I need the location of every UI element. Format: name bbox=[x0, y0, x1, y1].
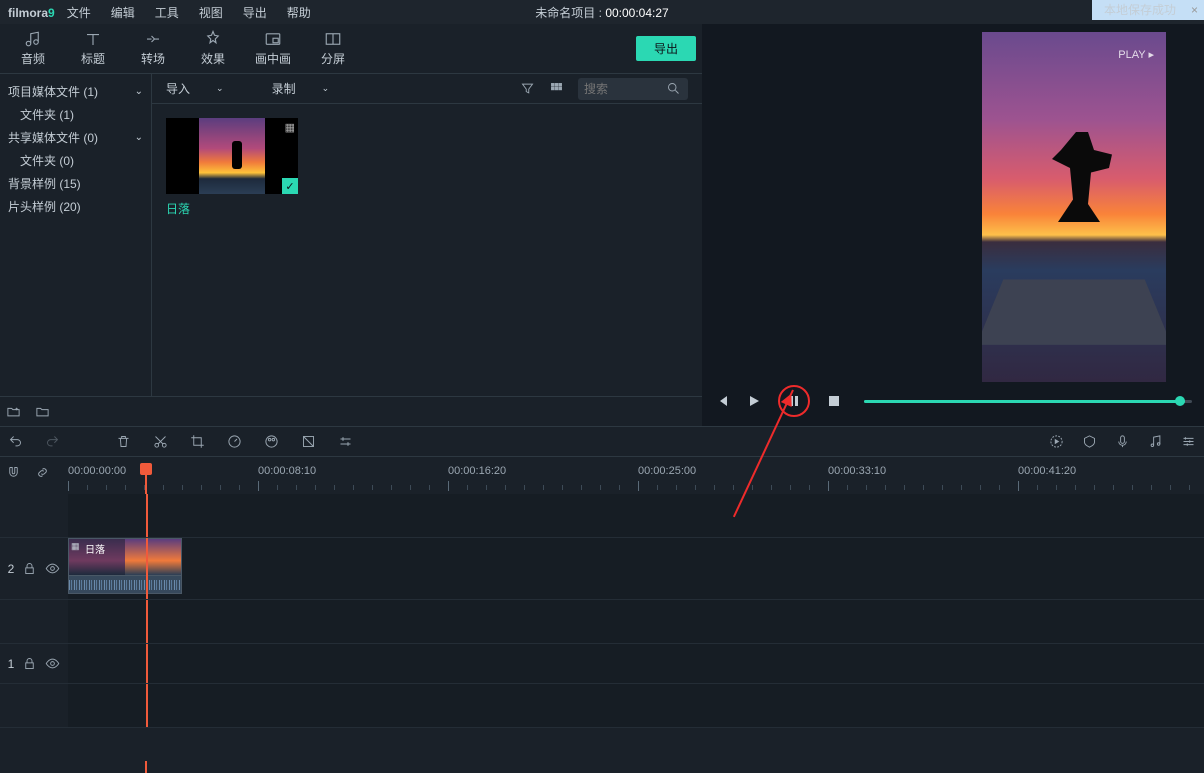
menu-file[interactable]: 文件 bbox=[67, 4, 91, 21]
chevron-down-icon: ⌄ bbox=[216, 83, 224, 94]
menu-export[interactable]: 导出 bbox=[243, 4, 267, 21]
preview-panel: PLAY ▸ bbox=[702, 24, 1204, 426]
eye-icon[interactable] bbox=[45, 561, 60, 576]
chevron-down-icon: ⌄ bbox=[135, 86, 143, 97]
ruler-tick: 00:00:33:10 bbox=[828, 465, 886, 477]
tab-pip[interactable]: 画中画 bbox=[246, 27, 300, 71]
search-input[interactable] bbox=[578, 78, 688, 100]
tree-bg-samples[interactable]: 背景样例 (15) bbox=[0, 172, 151, 195]
timeline-ruler[interactable]: 00:00:00:00 00:00:08:10 00:00:16:20 00:00:2… bbox=[68, 465, 1204, 493]
render-icon[interactable] bbox=[1049, 434, 1064, 449]
ruler-tick: 00:00:00:00 bbox=[68, 465, 126, 477]
video-icon: ▦ bbox=[285, 121, 295, 134]
ruler-tick: 00:00:25:00 bbox=[638, 465, 696, 477]
speed-icon[interactable] bbox=[227, 434, 242, 449]
record-dropdown[interactable]: 录制⌄ bbox=[272, 80, 330, 97]
main-menu: 文件 编辑 工具 视图 导出 帮助 bbox=[67, 4, 311, 21]
menu-edit[interactable]: 编辑 bbox=[111, 4, 135, 21]
tab-title[interactable]: 标题 bbox=[66, 27, 120, 71]
ruler-tick: 00:00:08:10 bbox=[258, 465, 316, 477]
video-icon: ▦ bbox=[71, 541, 80, 552]
tab-audio[interactable]: 音频 bbox=[6, 27, 60, 71]
ruler-tick: 00:00:41:20 bbox=[1018, 465, 1076, 477]
stop-button[interactable] bbox=[826, 393, 842, 409]
tree-folder-0[interactable]: 文件夹 (0) bbox=[0, 149, 151, 172]
link-icon[interactable] bbox=[35, 465, 50, 480]
export-button[interactable]: 导出 bbox=[636, 36, 696, 61]
filter-icon[interactable] bbox=[520, 81, 535, 96]
media-tree: 项目媒体文件 (1)⌄ 文件夹 (1) 共享媒体文件 (0)⌄ 文件夹 (0) … bbox=[0, 74, 152, 396]
tab-effects[interactable]: 效果 bbox=[186, 27, 240, 71]
project-title: 未命名项目 : 00:00:04:27 bbox=[535, 4, 668, 21]
adjust-icon[interactable] bbox=[338, 434, 353, 449]
play-button[interactable] bbox=[746, 393, 762, 409]
app-logo: filmora9 bbox=[8, 5, 55, 20]
tab-transition[interactable]: 转场 bbox=[126, 27, 180, 71]
voiceover-icon[interactable] bbox=[1115, 434, 1130, 449]
tab-split[interactable]: 分屏 bbox=[306, 27, 360, 71]
delete-icon[interactable] bbox=[116, 434, 131, 449]
track-number: 1 bbox=[8, 657, 15, 671]
media-clip[interactable]: ▦ ✓ 日落 bbox=[166, 118, 298, 217]
tree-shared-media[interactable]: 共享媒体文件 (0)⌄ bbox=[0, 126, 151, 149]
new-folder-icon[interactable] bbox=[6, 404, 21, 419]
play-overlay: PLAY ▸ bbox=[1118, 48, 1154, 61]
redo-icon[interactable] bbox=[45, 434, 60, 449]
import-dropdown[interactable]: 导入⌄ bbox=[166, 80, 224, 97]
menu-view[interactable]: 视图 bbox=[199, 4, 223, 21]
playhead[interactable] bbox=[140, 463, 152, 475]
greenscreen-icon[interactable] bbox=[301, 434, 316, 449]
track-number: 2 bbox=[8, 562, 15, 576]
preview-slider[interactable] bbox=[864, 400, 1192, 403]
marker-icon[interactable] bbox=[1082, 434, 1097, 449]
chevron-down-icon: ⌄ bbox=[135, 132, 143, 143]
color-icon[interactable] bbox=[264, 434, 279, 449]
search-icon bbox=[666, 81, 681, 96]
grid-view-icon[interactable] bbox=[549, 81, 564, 96]
close-icon[interactable]: × bbox=[1191, 2, 1198, 18]
tree-intro-samples[interactable]: 片头样例 (20) bbox=[0, 195, 151, 218]
clip-label: 日落 bbox=[166, 200, 298, 217]
checkmark-icon: ✓ bbox=[282, 178, 298, 194]
lock-icon[interactable] bbox=[22, 656, 37, 671]
tree-project-media[interactable]: 项目媒体文件 (1)⌄ bbox=[0, 80, 151, 103]
menu-tools[interactable]: 工具 bbox=[155, 4, 179, 21]
tree-folder-1[interactable]: 文件夹 (1) bbox=[0, 103, 151, 126]
video-track-2[interactable]: 2 ▦日落 bbox=[0, 538, 1204, 600]
video-track-1[interactable]: 1 bbox=[0, 644, 1204, 684]
menu-help[interactable]: 帮助 bbox=[287, 4, 311, 21]
timeline-audio[interactable] bbox=[68, 576, 182, 594]
eye-icon[interactable] bbox=[45, 656, 60, 671]
lock-icon[interactable] bbox=[22, 561, 37, 576]
audio-mixer-icon[interactable] bbox=[1148, 434, 1163, 449]
cut-icon[interactable] bbox=[153, 434, 168, 449]
crop-icon[interactable] bbox=[190, 434, 205, 449]
magnet-icon[interactable] bbox=[6, 465, 21, 480]
preview-video[interactable]: PLAY ▸ bbox=[982, 32, 1166, 382]
chevron-down-icon: ⌄ bbox=[322, 83, 330, 94]
save-notification: 本地保存成功 × bbox=[1092, 0, 1204, 20]
settings-icon[interactable] bbox=[1181, 434, 1196, 449]
folder-icon[interactable] bbox=[35, 404, 50, 419]
prev-frame-button[interactable] bbox=[714, 393, 730, 409]
undo-icon[interactable] bbox=[8, 434, 23, 449]
timeline-clip[interactable]: ▦日落 bbox=[68, 538, 182, 598]
ruler-tick: 00:00:16:20 bbox=[448, 465, 506, 477]
